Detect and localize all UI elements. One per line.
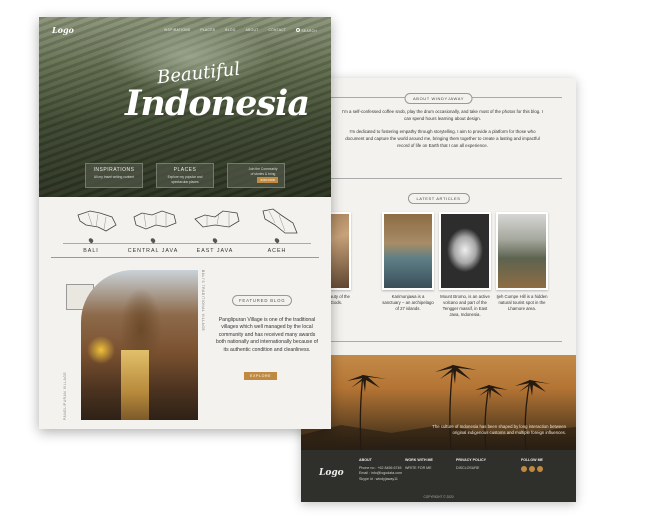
search-label: SEARCH — [301, 29, 317, 33]
footer-link[interactable]: DISCLOSURE — [456, 466, 486, 472]
divider — [315, 341, 562, 342]
banner-caption: The culture of Indonesia has been shaped… — [432, 424, 566, 435]
culture-banner: The culture of Indonesia has been shaped… — [301, 355, 576, 450]
hero-card-title: INSPIRATIONS — [93, 167, 135, 173]
search-button[interactable]: SEARCH — [296, 28, 317, 33]
article-card[interactable]: Mount Bromo, is an active volcano and pa… — [439, 212, 491, 318]
nav-item-inspirations[interactable]: INSPIRATIONS — [164, 28, 191, 33]
east-java-map-icon — [194, 210, 240, 228]
region-label[interactable]: CENTRAL JAVA — [123, 248, 183, 254]
footer-link[interactable]: WORK WITH ME — [405, 458, 433, 464]
article-caption: Ijeh Cumpe Hill is a hidden natural tour… — [496, 294, 548, 311]
nav-item-about[interactable]: ABOUT — [246, 28, 259, 33]
hero-card-desc: All my travel writing content — [93, 175, 135, 179]
copyright: COPYRIGHT © 2020 — [423, 495, 454, 499]
featured-photo[interactable] — [81, 270, 198, 420]
central-java-map-icon — [133, 210, 177, 230]
about-pill: ABOUT WINDYJAWAY — [404, 93, 473, 104]
article-card[interactable]: Ijeh Cumpe Hill is a hidden natural tour… — [496, 212, 548, 312]
region-label[interactable]: BALI — [61, 248, 121, 254]
article-image — [496, 212, 548, 290]
nav-item-places[interactable]: PLACES — [200, 28, 215, 33]
top-nav: INSPIRATIONS PLACES BLOG ABOUT CONTACT S… — [164, 28, 317, 33]
footer-column-follow: FOLLOW ME — [521, 458, 545, 474]
nav-item-contact[interactable]: CONTACT — [268, 28, 286, 33]
front-page: Logo INSPIRATIONS PLACES BLOG ABOUT CONT… — [39, 17, 331, 429]
footer-link[interactable]: WRITE FOR ME — [405, 466, 433, 472]
footer-skype: Skype id : windyjaway11 — [359, 476, 398, 481]
twitter-icon[interactable] — [529, 465, 535, 472]
instagram-icon[interactable] — [537, 465, 543, 472]
divider — [315, 178, 562, 179]
nav-item-blog[interactable]: BLOG — [225, 28, 235, 33]
aceh-map-icon — [262, 208, 298, 234]
hero-title-main: Indonesia — [125, 83, 310, 124]
hero-card-title: PLACES — [173, 167, 197, 173]
dancer-figure — [121, 350, 149, 420]
footer-heading: FOLLOW ME — [521, 458, 543, 462]
region-label[interactable]: ACEH — [247, 248, 307, 254]
hero-card-places[interactable]: PLACES Explore my popular and spectacula… — [156, 163, 214, 188]
map-east-java[interactable] — [191, 207, 243, 233]
map-bali[interactable] — [71, 207, 123, 235]
article-image — [382, 212, 434, 290]
footer-logo[interactable]: Logo — [319, 468, 344, 478]
divider — [51, 257, 319, 258]
search-icon — [296, 28, 301, 32]
footer-email[interactable]: Email : info@logodata.com — [359, 471, 402, 477]
article-caption: Karimunjawa is a sanctuary – an archipel… — [382, 294, 434, 311]
photo-vertical-caption: BALI'S TRADITIONAL VILLAGE — [201, 270, 205, 332]
footer-heading[interactable]: ABOUT — [359, 458, 402, 464]
hero-card-desc: Join the Community of stories & bring — [248, 167, 278, 176]
featured-text: Panglipuran Village is one of the tradit… — [216, 317, 318, 353]
article-card[interactable]: Karimunjawa is a sanctuary – an archipel… — [382, 212, 434, 312]
explore-button[interactable]: EXPLORE — [244, 372, 278, 380]
region-label[interactable]: EAST JAVA — [185, 248, 245, 254]
map-aceh[interactable] — [253, 207, 305, 237]
hero-section: Logo INSPIRATIONS PLACES BLOG ABOUT CONT… — [39, 17, 331, 197]
latest-articles-pill: LATEST ARTICLES — [407, 193, 470, 204]
photo-vertical-caption: PANGLIPURAN VILLAGE — [63, 371, 67, 420]
mockup-stage: ABOUT WINDYJAWAY I'm a self-confessed co… — [0, 0, 654, 526]
article-image — [439, 212, 491, 290]
about-paragraph-1: I'm a self-confessed coffee snob, play t… — [342, 109, 543, 121]
footer-column-about: ABOUT Phone no : +62 8456 6745 Email : i… — [359, 458, 402, 482]
bali-map-icon — [77, 210, 117, 232]
footer-column-policy: PRIVACY POLICY DISCLOSURE — [456, 458, 486, 471]
footer-link[interactable]: PRIVACY POLICY — [456, 458, 486, 464]
hero-card-desc: Explore my popular and spectacular place… — [167, 175, 203, 184]
about-paragraph-2: I'm dedicated to fostering empathy throu… — [345, 129, 540, 148]
site-logo[interactable]: Logo — [52, 25, 74, 35]
facebook-icon[interactable] — [521, 465, 527, 472]
article-caption: Mount Bromo, is an active volcano and pa… — [440, 294, 490, 317]
hero-card-inspirations[interactable]: INSPIRATIONS All my travel writing conte… — [85, 163, 143, 188]
regions-line — [63, 243, 311, 244]
back-page: ABOUT WINDYJAWAY I'm a self-confessed co… — [299, 78, 576, 502]
hero-card-join[interactable]: Join the Community of stories & bring JO… — [227, 163, 285, 188]
site-footer: Logo ABOUT Phone no : +62 8456 6745 Emai… — [301, 450, 576, 502]
footer-column-work: WORK WITH ME WRITE FOR ME — [405, 458, 433, 471]
map-central-java[interactable] — [129, 207, 181, 233]
join-now-button[interactable]: JOIN NOW — [257, 177, 278, 183]
featured-blog-pill: FEATURED BLOG — [232, 295, 293, 306]
